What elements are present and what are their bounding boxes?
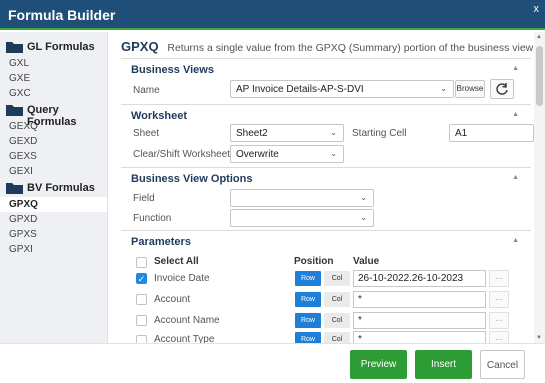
chevron-down-icon: ⌄: [360, 213, 367, 222]
row-button[interactable]: Row: [295, 271, 321, 286]
sheet-label: Sheet: [133, 128, 160, 139]
chevron-up-icon[interactable]: ▲: [512, 174, 519, 181]
param-checkbox-invoice-date[interactable]: ✓: [136, 273, 147, 284]
chevron-down-icon: ⌄: [330, 128, 337, 137]
formula-name: GPXQ: [121, 39, 159, 54]
param-label: Account Name: [154, 315, 220, 326]
function-label: Function: [133, 213, 172, 224]
col-button[interactable]: Col: [324, 332, 350, 343]
row-button[interactable]: Row: [295, 292, 321, 307]
param-checkbox-account-name[interactable]: [136, 315, 147, 326]
sidebar-group-query[interactable]: Query Formulas: [0, 101, 107, 128]
row-button[interactable]: Row: [295, 313, 321, 328]
section-business-views[interactable]: Business Views ▲: [121, 58, 531, 76]
sidebar-item-gpxs[interactable]: GPXS: [0, 227, 107, 242]
refresh-icon: [496, 83, 508, 95]
more-button[interactable]: ...: [489, 270, 509, 287]
chevron-down-icon: ⌄: [330, 149, 337, 158]
chevron-down-icon: ⌄: [360, 193, 367, 202]
section-title: Parameters: [131, 236, 191, 248]
sidebar-item-gpxd[interactable]: GPXD: [0, 212, 107, 227]
param-label: Invoice Date: [154, 273, 210, 284]
main-panel: GPXQ Returns a single value from the GPX…: [108, 32, 534, 343]
select-all-label: Select All: [154, 256, 199, 267]
param-value-input[interactable]: *: [353, 331, 486, 343]
param-value-input[interactable]: *: [353, 291, 486, 308]
row-button[interactable]: Row: [295, 332, 321, 343]
title-bar: Formula Builder x: [0, 0, 545, 30]
param-value-input[interactable]: 26-10-2022.26-10-2023: [353, 270, 486, 287]
sidebar-item-gpxi[interactable]: GPXI: [0, 242, 107, 257]
folder-icon: [6, 42, 23, 53]
field-select[interactable]: ⌄: [230, 189, 374, 207]
starting-cell-label: Starting Cell: [352, 128, 407, 139]
chevron-up-icon[interactable]: ▲: [512, 111, 519, 118]
col-button[interactable]: Col: [324, 313, 350, 328]
clear-shift-select[interactable]: Overwrite ⌄: [230, 145, 344, 163]
sheet-select[interactable]: Sheet2 ⌄: [230, 124, 344, 142]
select-all-checkbox[interactable]: [136, 257, 147, 268]
sidebar-item-gexi[interactable]: GEXI: [0, 164, 107, 179]
formula-header: GPXQ Returns a single value from the GPX…: [121, 39, 533, 54]
refresh-button[interactable]: [490, 79, 514, 99]
clear-shift-value: Overwrite: [236, 149, 279, 160]
col-button[interactable]: Col: [324, 292, 350, 307]
sidebar-group-label: Query Formulas: [27, 104, 77, 128]
param-label: Account Type: [154, 334, 215, 343]
business-view-select[interactable]: AP Invoice Details-AP-S-DVI ⌄: [230, 80, 454, 98]
sidebar-item-gexd[interactable]: GEXD: [0, 134, 107, 149]
field-label: Field: [133, 193, 155, 204]
sidebar-item-gxl[interactable]: GXL: [0, 56, 107, 71]
sheet-value: Sheet2: [236, 128, 268, 139]
folder-icon: [6, 183, 23, 194]
param-checkbox-account[interactable]: [136, 294, 147, 305]
section-worksheet[interactable]: Worksheet ▲: [121, 104, 531, 122]
vertical-scrollbar[interactable]: ▲ ▼: [534, 32, 545, 343]
param-value-input[interactable]: *: [353, 312, 486, 329]
section-title: Business View Options: [131, 173, 253, 185]
section-title: Business Views: [131, 64, 214, 76]
close-icon[interactable]: x: [534, 3, 540, 15]
position-column-header: Position: [294, 256, 334, 267]
scroll-up-icon[interactable]: ▲: [536, 34, 542, 40]
cancel-button[interactable]: Cancel: [480, 350, 525, 379]
value-column-header: Value: [353, 256, 380, 267]
section-bv-options[interactable]: Business View Options ▲: [121, 167, 531, 185]
chevron-up-icon[interactable]: ▲: [512, 237, 519, 244]
footer: Preview Insert Cancel: [0, 343, 545, 383]
folder-icon: [6, 105, 23, 116]
sidebar-item-gxc[interactable]: GXC: [0, 86, 107, 101]
scroll-down-icon[interactable]: ▼: [536, 335, 542, 341]
sidebar-item-gpxq[interactable]: GPXQ: [0, 197, 107, 212]
more-button[interactable]: ...: [489, 312, 509, 329]
sidebar-item-gexs[interactable]: GEXS: [0, 149, 107, 164]
formula-description: Returns a single value from the GPXQ (Su…: [167, 42, 534, 54]
sidebar-group-label: GL Formulas: [27, 41, 95, 53]
sidebar-group-label: BV Formulas: [27, 182, 95, 194]
name-label: Name: [133, 85, 160, 96]
param-label: Account: [154, 294, 191, 305]
chevron-up-icon[interactable]: ▲: [512, 65, 519, 72]
param-checkbox-account-type[interactable]: [136, 335, 147, 343]
sidebar-item-gxe[interactable]: GXE: [0, 71, 107, 86]
business-view-value: AP Invoice Details-AP-S-DVI: [236, 84, 364, 95]
sidebar-group-bv[interactable]: BV Formulas: [0, 179, 107, 197]
function-select[interactable]: ⌄: [230, 209, 374, 227]
clear-shift-label: Clear/Shift Worksheet: [133, 149, 231, 160]
col-button[interactable]: Col: [324, 271, 350, 286]
browse-button[interactable]: Browse: [455, 80, 485, 98]
more-button[interactable]: ...: [489, 291, 509, 308]
sidebar-group-gl[interactable]: GL Formulas: [0, 38, 107, 56]
section-parameters[interactable]: Parameters ▲: [121, 230, 531, 248]
preview-button[interactable]: Preview: [350, 350, 407, 379]
sidebar: GL Formulas GXL GXE GXC Query Formulas G…: [0, 32, 108, 343]
scrollbar-thumb[interactable]: [536, 46, 543, 106]
formula-builder-window: Formula Builder x GL Formulas GXL GXE GX…: [0, 0, 545, 383]
more-button[interactable]: ...: [489, 331, 509, 343]
section-title: Worksheet: [131, 110, 188, 122]
chevron-down-icon: ⌄: [440, 84, 447, 93]
insert-button[interactable]: Insert: [415, 350, 472, 379]
window-title: Formula Builder: [8, 7, 116, 23]
starting-cell-input[interactable]: A1: [449, 124, 534, 142]
